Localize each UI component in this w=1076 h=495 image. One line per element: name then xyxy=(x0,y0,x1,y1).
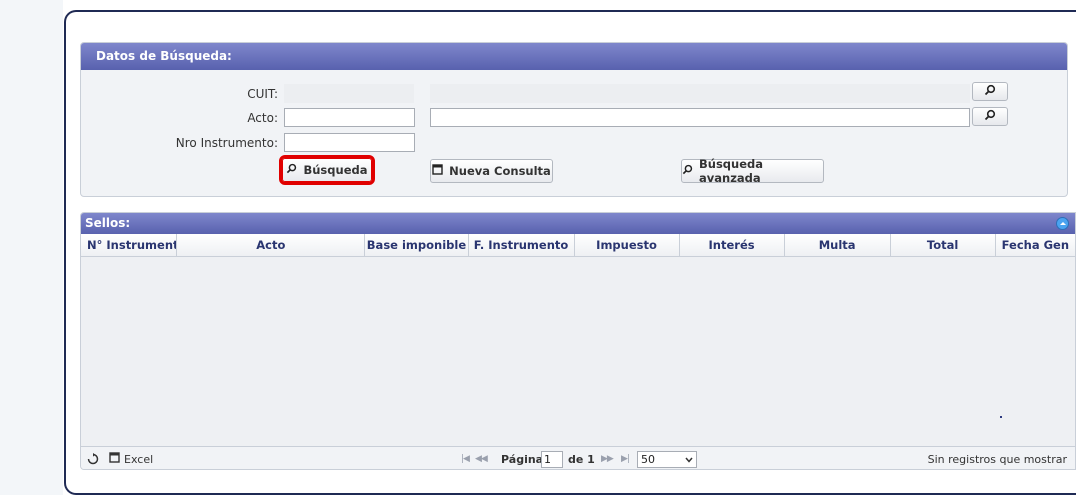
grid-dot xyxy=(1000,416,1002,418)
first-page-icon[interactable]: |◀ xyxy=(461,447,470,469)
acto-description-input[interactable] xyxy=(430,108,970,127)
collapse-icon[interactable] xyxy=(1056,217,1069,230)
nro-instrumento-input[interactable] xyxy=(284,133,415,152)
excel-label: Excel xyxy=(124,452,154,466)
cuit-name-input[interactable] xyxy=(430,84,970,103)
pager-status: Sin registros que mostrar xyxy=(927,452,1067,466)
grid-pager: Excel |◀ ◀◀ Página 1 de 1 ▶▶ ▶| 50 Sin r… xyxy=(81,446,1075,469)
left-background-strip xyxy=(0,0,63,495)
excel-button[interactable]: Excel xyxy=(109,447,154,469)
document-icon xyxy=(109,452,120,466)
nueva-consulta-label: Nueva Consulta xyxy=(449,164,551,178)
col-acto[interactable]: Acto xyxy=(177,234,366,256)
page-input-wrap: 1 xyxy=(541,447,563,469)
col-multa[interactable]: Multa xyxy=(785,234,891,256)
document-icon xyxy=(432,164,443,178)
column-header-row: N° Instrumento Acto Base imponible F. In… xyxy=(81,234,1075,257)
col-fecha-gen[interactable]: Fecha Gen xyxy=(996,234,1075,256)
grid-body xyxy=(81,257,1075,446)
rows-per-page-value: 50 xyxy=(641,452,655,466)
nueva-consulta-button[interactable]: Nueva Consulta xyxy=(430,159,553,183)
busqueda-button[interactable]: Búsqueda xyxy=(279,155,375,185)
refresh-icon[interactable] xyxy=(87,447,99,469)
magnifier-icon xyxy=(984,109,996,124)
sellos-grid: Sellos: N° Instrumento Acto Base imponib… xyxy=(80,212,1076,470)
magnifier-icon xyxy=(286,163,297,177)
grid-title: Sellos: xyxy=(85,216,131,230)
acto-label: Acto: xyxy=(247,111,278,125)
col-f-instrumento[interactable]: F. Instrumento xyxy=(469,234,575,256)
page-count-label: de 1 xyxy=(568,452,595,466)
magnifier-icon xyxy=(682,164,693,178)
busqueda-avanzada-button[interactable]: Búsqueda avanzada xyxy=(681,157,824,185)
cuit-label: CUIT: xyxy=(247,87,278,101)
last-page-icon[interactable]: ▶| xyxy=(621,447,630,469)
page-number-input[interactable]: 1 xyxy=(541,450,563,468)
nro-instrumento-label: Nro Instrumento: xyxy=(175,136,278,150)
col-total[interactable]: Total xyxy=(891,234,996,256)
prev-page-icon[interactable]: ◀◀ xyxy=(475,447,488,469)
rows-per-page-select[interactable]: 50 xyxy=(637,450,697,468)
col-interes[interactable]: Interés xyxy=(680,234,785,256)
busqueda-avanzada-label: Búsqueda avanzada xyxy=(699,157,764,185)
pagina-label: Página xyxy=(501,452,544,466)
acto-search-button[interactable] xyxy=(972,107,1008,126)
rows-select-wrap: 50 xyxy=(637,447,697,469)
next-page-icon[interactable]: ▶▶ xyxy=(601,447,614,469)
grid-title-bar: Sellos: xyxy=(81,213,1075,234)
acto-code-input[interactable] xyxy=(284,108,415,127)
col-nro-instrumento[interactable]: N° Instrumento xyxy=(81,234,178,256)
magnifier-icon xyxy=(984,84,996,99)
chevron-down-icon xyxy=(685,452,693,467)
cuit-prefix-input[interactable] xyxy=(284,84,414,103)
col-base-imponible[interactable]: Base imponible xyxy=(365,234,469,256)
cuit-search-button[interactable] xyxy=(972,82,1008,101)
search-panel-title: Datos de Búsqueda: xyxy=(81,43,1067,70)
busqueda-button-label: Búsqueda xyxy=(303,163,368,177)
col-impuesto[interactable]: Impuesto xyxy=(575,234,680,256)
